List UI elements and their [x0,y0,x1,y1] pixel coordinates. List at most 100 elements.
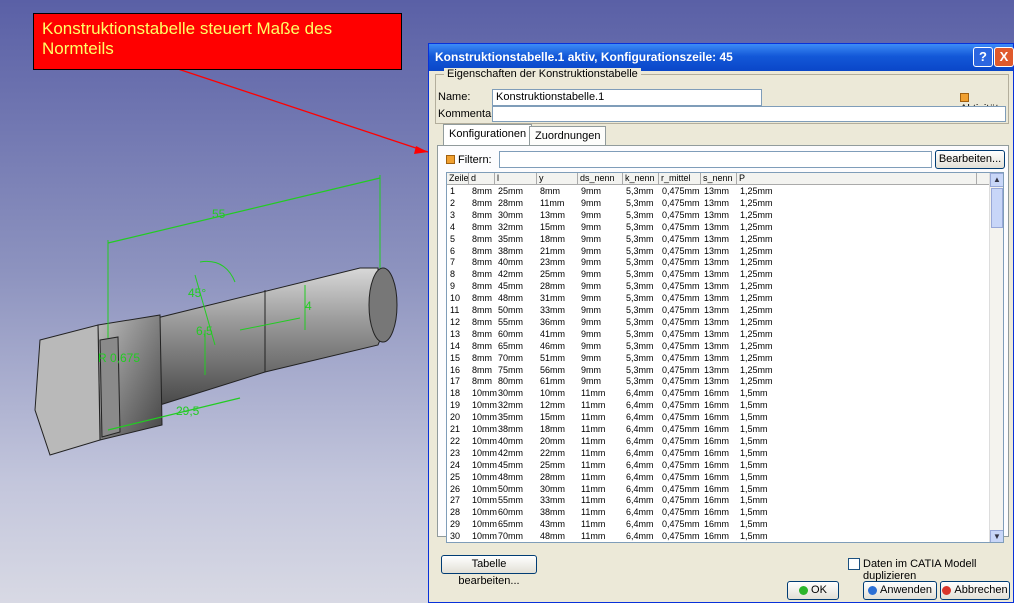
shaft-dimension[interactable]: 6,5 [196,324,213,338]
table-cell: 16mm [704,531,730,542]
help-button[interactable]: ? [973,47,993,67]
configuration-table[interactable]: Zeile d l y ds_nenn k_nenn r_mittel s_nenn P 1 8m… [446,172,1004,543]
table-row[interactable]: 12 8mm 55mm 36mm 9mm 5,3mm 0,475mm 13mm 1,25mm [447,317,991,329]
table-cell: 38mm [540,507,566,518]
bolt-model[interactable]: 55 4 45° R 0,675 6,5 29,5 [0,0,430,603]
table-cell: 8mm [472,376,492,387]
table-row[interactable]: 15 8mm 70mm 51mm 9mm 5,3mm 0,475mm 13mm 1,25mm [447,353,991,365]
length-dimension[interactable]: 55 [212,207,226,221]
apply-button[interactable]: Anwenden [863,581,937,600]
table-cell: 9mm [581,197,601,208]
head-dimension[interactable]: 29,5 [176,404,200,418]
column-header[interactable]: k_nenn [623,173,659,185]
table-row[interactable]: 8 8mm 42mm 25mm 9mm 5,3mm 0,475mm 13mm 1,25mm [447,269,991,281]
table-row[interactable]: 7 8mm 40mm 23mm 9mm 5,3mm 0,475mm 13mm 1,25mm [447,257,991,269]
table-cell: 16mm [704,507,730,518]
filter-input[interactable] [499,151,932,168]
table-row[interactable]: 13 8mm 60mm 41mm 9mm 5,3mm 0,475mm 13mm 1,25mm [447,329,991,341]
ok-button[interactable]: OK [787,581,839,600]
table-row[interactable]: 1 8mm 25mm 8mm 9mm 5,3mm 0,475mm 13mm 1,25mm [447,186,991,198]
column-header[interactable]: P [737,173,977,185]
table-row[interactable]: 25 10mm 48mm 28mm 11mm 6,4mm 0,475mm 16mm 1,5mm [447,472,991,484]
comment-field[interactable] [492,106,1006,122]
table-cell: 42mm [498,269,524,280]
table-row[interactable]: 17 8mm 80mm 61mm 9mm 5,3mm 0,475mm 13mm 1,25mm [447,376,991,388]
table-cell: 1,5mm [740,400,768,411]
name-label: Name: [438,91,471,103]
scroll-thumb[interactable] [991,188,1003,228]
table-row[interactable]: 10 8mm 48mm 31mm 9mm 5,3mm 0,475mm 13mm 1,25mm [447,293,991,305]
table-row[interactable]: 3 8mm 30mm 13mm 9mm 5,3mm 0,475mm 13mm 1,25mm [447,210,991,222]
scroll-up-icon[interactable]: ▲ [990,173,1003,187]
table-cell: 70mm [498,531,524,542]
name-field[interactable]: Konstruktionstabelle.1 [492,89,762,106]
table-cell: 13mm [704,352,730,363]
table-cell: 5,3mm [626,376,654,387]
table-cell: 0,475mm [662,197,700,208]
thread-dimension[interactable]: 4 [305,299,312,313]
table-cell: 6,4mm [626,412,654,423]
table-cell: 8mm [472,245,492,256]
tab-zuordnungen[interactable]: Zuordnungen [529,126,607,146]
column-header[interactable]: y [537,173,578,185]
table-cell: 1,5mm [740,447,768,458]
radius-dimension[interactable]: R 0,675 [98,351,140,365]
title-bar[interactable]: Konstruktionstabelle.1 aktiv, Konfigurat… [429,44,1013,71]
cancel-button[interactable]: Abbrechen [940,581,1010,600]
table-row[interactable]: 22 10mm 40mm 20mm 11mm 6,4mm 0,475mm 16mm 1,5mm [447,436,991,448]
table-cell: 16mm [704,471,730,482]
table-cell: 10mm [472,483,498,494]
column-header[interactable]: s_nenn [701,173,737,185]
tab-konfigurationen[interactable]: Konfigurationen [443,124,533,146]
callout-arrowhead [414,146,428,154]
table-cell: 40mm [498,435,524,446]
column-header[interactable]: r_mittel [659,173,701,185]
table-cell: 16mm [704,447,730,458]
table-row[interactable]: 20 10mm 35mm 15mm 11mm 6,4mm 0,475mm 16mm 1,5mm [447,412,991,424]
table-cell: 6,4mm [626,531,654,542]
table-row[interactable]: 27 10mm 55mm 33mm 11mm 6,4mm 0,475mm 16mm 1,5mm [447,495,991,507]
table-row[interactable]: 30 10mm 70mm 48mm 11mm 6,4mm 0,475mm 16mm 1,5mm [447,531,991,542]
table-row[interactable]: 21 10mm 38mm 18mm 11mm 6,4mm 0,475mm 16mm 1,5mm [447,424,991,436]
table-cell: 10mm [472,471,498,482]
duplicate-checkbox[interactable] [848,558,860,570]
edit-table-button[interactable]: Tabelle bearbeiten... [441,555,537,587]
table-row[interactable]: 2 8mm 28mm 11mm 9mm 5,3mm 0,475mm 13mm 1,25mm [447,198,991,210]
column-header[interactable]: Zeile [447,173,469,185]
table-cell: 15mm [540,412,566,423]
table-cell: 32mm [498,400,524,411]
table-row[interactable]: 29 10mm 65mm 43mm 11mm 6,4mm 0,475mm 16mm 1,5mm [447,519,991,531]
column-header[interactable]: ds_nenn [578,173,623,185]
table-row[interactable]: 28 10mm 60mm 38mm 11mm 6,4mm 0,475mm 16mm 1,5mm [447,507,991,519]
table-row[interactable]: 9 8mm 45mm 28mm 9mm 5,3mm 0,475mm 13mm 1,25mm [447,281,991,293]
table-row[interactable]: 24 10mm 45mm 25mm 11mm 6,4mm 0,475mm 16mm 1,5mm [447,460,991,472]
column-header[interactable]: l [495,173,537,185]
table-cell: 5,3mm [626,364,654,375]
edit-button[interactable]: Bearbeiten... [935,150,1005,169]
angle-dimension[interactable]: 45° [188,286,206,300]
table-row[interactable]: 11 8mm 50mm 33mm 9mm 5,3mm 0,475mm 13mm 1,25mm [447,305,991,317]
table-cell: 5,3mm [626,245,654,256]
close-button[interactable]: X [994,47,1014,67]
table-cell: 25mm [540,459,566,470]
table-cell: 26 [450,483,461,494]
table-row[interactable]: 19 10mm 32mm 12mm 11mm 6,4mm 0,475mm 16mm 1,5mm [447,400,991,412]
table-cell: 5,3mm [626,257,654,268]
table-row[interactable]: 18 10mm 30mm 10mm 11mm 6,4mm 0,475mm 16mm 1,5mm [447,388,991,400]
table-row[interactable]: 26 10mm 50mm 30mm 11mm 6,4mm 0,475mm 16mm 1,5mm [447,484,991,496]
table-cell: 8mm [472,209,492,220]
column-header[interactable]: d [469,173,495,185]
table-cell: 10 [450,293,461,304]
table-row[interactable]: 14 8mm 65mm 46mm 9mm 5,3mm 0,475mm 13mm 1,25mm [447,341,991,353]
table-row[interactable]: 16 8mm 75mm 56mm 9mm 5,3mm 0,475mm 13mm 1,25mm [447,365,991,377]
table-row[interactable]: 4 8mm 32mm 15mm 9mm 5,3mm 0,475mm 13mm 1,25mm [447,222,991,234]
table-cell: 10mm [472,519,498,530]
table-row[interactable]: 6 8mm 38mm 21mm 9mm 5,3mm 0,475mm 13mm 1,25mm [447,246,991,258]
table-cell: 1,25mm [740,352,773,363]
table-row[interactable]: 23 10mm 42mm 22mm 11mm 6,4mm 0,475mm 16mm 1,5mm [447,448,991,460]
table-cell: 11mm [581,435,606,446]
table-cell: 61mm [540,376,566,387]
vertical-scrollbar[interactable]: ▲ ▼ [989,173,1003,542]
table-row[interactable]: 5 8mm 35mm 18mm 9mm 5,3mm 0,475mm 13mm 1,25mm [447,234,991,246]
scroll-down-icon[interactable]: ▼ [990,530,1003,542]
